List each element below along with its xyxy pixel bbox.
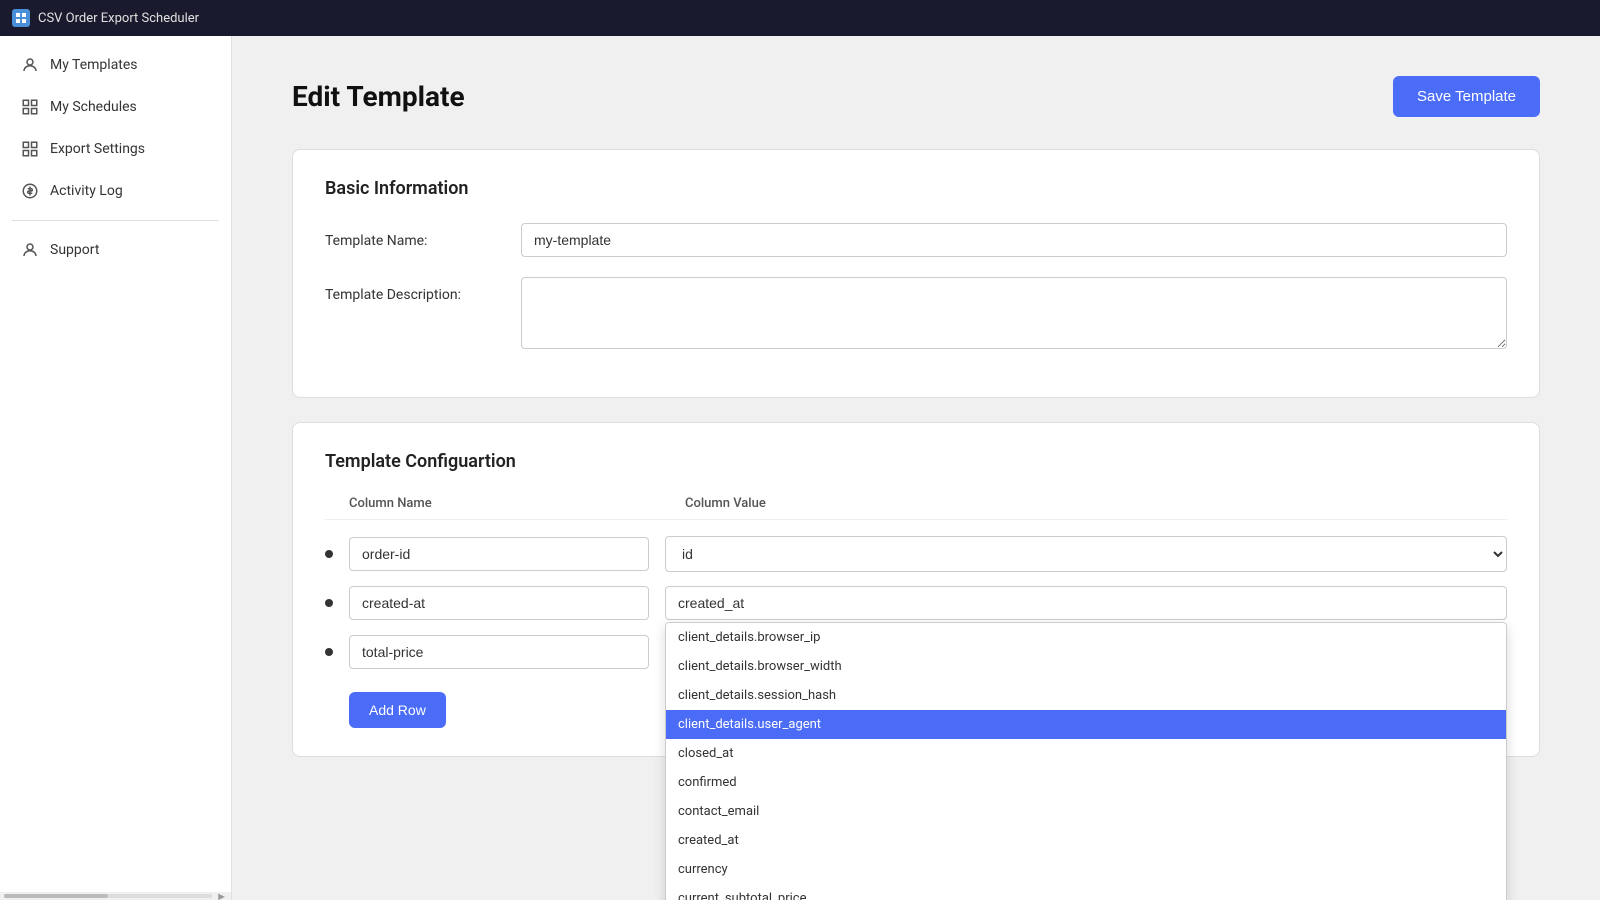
config-header: Column Name Column Value xyxy=(325,496,1507,520)
row-bullet-1 xyxy=(325,550,333,558)
dropdown-item[interactable]: client_details.user_agent xyxy=(666,710,1506,739)
column-value-header: Column Value xyxy=(685,496,1507,511)
template-description-row: Template Description: xyxy=(325,277,1507,349)
dropdown-item[interactable]: current_subtotal_price xyxy=(666,884,1506,900)
grid-icon-export xyxy=(20,139,40,159)
app-layout: My Templates My Schedules Export Setting… xyxy=(0,36,1600,900)
grid-icon-schedules xyxy=(20,97,40,117)
dropdown-item[interactable]: contact_email xyxy=(666,797,1506,826)
sidebar-item-my-templates[interactable]: My Templates xyxy=(4,45,227,85)
row-bullet-2 xyxy=(325,599,333,607)
template-description-input[interactable] xyxy=(521,277,1507,349)
main-content: Edit Template Save Template Basic Inform… xyxy=(232,36,1600,900)
dropdown-item[interactable]: client_details.session_hash xyxy=(666,681,1506,710)
sidebar-item-label: My Templates xyxy=(50,57,138,73)
config-name-input-1[interactable] xyxy=(349,537,649,571)
basic-information-title: Basic Information xyxy=(325,178,1507,199)
dropdown-item[interactable]: created_at xyxy=(666,826,1506,855)
sidebar-item-activity-log[interactable]: Activity Log xyxy=(4,171,227,211)
scrollbar-track xyxy=(4,894,212,898)
sidebar-divider xyxy=(12,220,219,221)
dropdown-item[interactable]: confirmed xyxy=(666,768,1506,797)
template-description-label: Template Description: xyxy=(325,277,505,303)
dropdown-item[interactable]: closed_at xyxy=(666,739,1506,768)
add-row-button[interactable]: Add Row xyxy=(349,692,446,728)
template-configuration-card: Template Configuartion Column Name Colum… xyxy=(292,422,1540,757)
sidebar-item-support[interactable]: Support xyxy=(4,230,227,270)
app-title: CSV Order Export Scheduler xyxy=(38,11,199,26)
topbar: CSV Order Export Scheduler xyxy=(0,0,1600,36)
dropdown-item[interactable]: currency xyxy=(666,855,1506,884)
template-configuration-title: Template Configuartion xyxy=(325,451,1507,472)
sidebar-item-label: Support xyxy=(50,242,99,258)
person-icon-support xyxy=(20,240,40,260)
row-bullet-3 xyxy=(325,648,333,656)
config-value-select-1[interactable]: id xyxy=(665,536,1507,572)
sidebar-item-export-settings[interactable]: Export Settings xyxy=(4,129,227,169)
basic-information-card: Basic Information Template Name: Templat… xyxy=(292,149,1540,398)
dropdown-item[interactable]: client_details.browser_width xyxy=(666,652,1506,681)
config-row-2: created_at client_details.browser_ipclie… xyxy=(325,586,1507,620)
sidebar-scrollbar[interactable]: ► xyxy=(0,892,231,900)
sidebar-item-label: My Schedules xyxy=(50,99,137,115)
scrollbar-thumb xyxy=(4,894,108,898)
save-template-button[interactable]: Save Template xyxy=(1393,76,1540,117)
template-name-row: Template Name: xyxy=(325,223,1507,257)
app-icon xyxy=(12,9,30,27)
sidebar-item-label: Activity Log xyxy=(50,183,123,199)
config-name-input-2[interactable] xyxy=(349,586,649,620)
page-title: Edit Template xyxy=(292,80,465,113)
dropdown-item[interactable]: client_details.browser_ip xyxy=(666,623,1506,652)
sidebar-item-label: Export Settings xyxy=(50,141,145,157)
config-value-select-2[interactable]: created_at xyxy=(665,586,1507,620)
template-name-label: Template Name: xyxy=(325,223,505,249)
column-name-header: Column Name xyxy=(349,496,669,511)
select-wrapper-2: created_at client_details.browser_ipclie… xyxy=(665,586,1507,620)
dropdown-overlay[interactable]: client_details.browser_ipclient_details.… xyxy=(665,622,1507,900)
sidebar: My Templates My Schedules Export Setting… xyxy=(0,36,232,900)
template-name-input[interactable] xyxy=(521,223,1507,257)
person-icon xyxy=(20,55,40,75)
page-header: Edit Template Save Template xyxy=(292,76,1540,117)
sidebar-item-my-schedules[interactable]: My Schedules xyxy=(4,87,227,127)
config-name-input-3[interactable] xyxy=(349,635,649,669)
dollar-icon xyxy=(20,181,40,201)
config-row-1: id xyxy=(325,536,1507,572)
